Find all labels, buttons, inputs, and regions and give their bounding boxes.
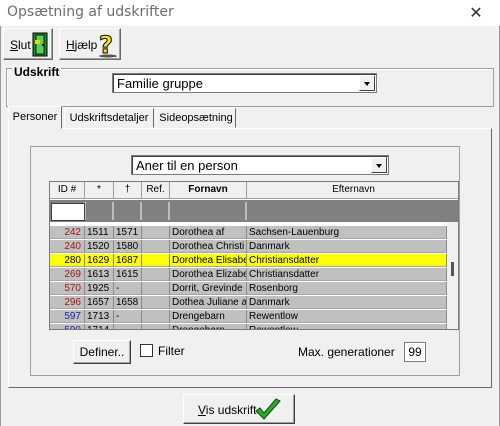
cell-id: 296 <box>50 296 85 309</box>
cell-first: Dorothea Elisabe <box>172 254 247 267</box>
filter-label: Filter <box>158 344 185 358</box>
cell-died: 1658 <box>114 296 142 309</box>
report-type-select[interactable]: Aner til en person <box>131 155 389 175</box>
close-button[interactable]: Slut <box>3 28 53 60</box>
cell-last: Danmark <box>247 296 447 309</box>
cell-last: Rewentlow <box>247 324 447 329</box>
max-generations-input[interactable]: 99 <box>404 342 426 362</box>
print-button[interactable]: Vis udskrift <box>183 394 295 424</box>
grid-header: ID # * † Ref. Fornavn Efternavn <box>50 182 458 199</box>
table-row[interactable]: 242 1511 1571 Dorothea af Sachsen-Lauenburg <box>50 226 447 239</box>
cell-ref <box>142 282 170 295</box>
table-row[interactable]: 296 1657 1658 Dothea Juliane a Danmark <box>50 296 447 309</box>
cell-last: Christiansdatter <box>247 268 447 281</box>
chevron-down-icon[interactable] <box>359 75 375 91</box>
col-born-header[interactable]: * <box>85 182 114 199</box>
cell-last: Christiansdatter <box>247 254 447 267</box>
svg-text:?: ? <box>99 31 113 58</box>
col-lastname-header[interactable]: Efternavn <box>247 182 458 199</box>
cell-died: - <box>114 310 142 323</box>
cell-born: 1629 <box>85 254 114 267</box>
close-window-button[interactable]: ✕ <box>452 0 500 26</box>
person-grid[interactable]: ID # * † Ref. Fornavn Efternavn 242 1511 1… <box>49 181 459 330</box>
id-search-input[interactable] <box>51 203 85 221</box>
cell-died: 1687 <box>114 254 142 267</box>
col-firstname-header[interactable]: Fornavn <box>170 182 247 199</box>
cell-ref <box>142 310 170 323</box>
cell-id: 240 <box>50 240 85 253</box>
filter-checkbox[interactable] <box>140 344 153 357</box>
cell-ref <box>142 254 170 267</box>
question-mark-icon: ? <box>99 31 117 58</box>
cell-first: Drengebarn <box>170 310 247 323</box>
table-row[interactable]: 597 1713- Drengebarn Rewentlow <box>50 310 447 323</box>
cell-born: 1613 <box>85 268 114 281</box>
cell-first: Dorrit, Grevinde <box>170 282 247 295</box>
cell-ref <box>142 324 170 329</box>
help-button[interactable]: Hjælp ? <box>59 28 121 60</box>
cell-born: 1713 <box>85 310 114 323</box>
cell-born: 1511 <box>85 226 114 239</box>
table-row[interactable]: 269 1613 1615 Dorothea Elizabe Christiansdat… <box>50 268 447 281</box>
cell-first: Dorothea af <box>170 226 247 239</box>
report-type-value: Aner til en person <box>136 158 238 173</box>
cell-id: 280 <box>50 254 85 267</box>
cell-first: Dorothea Elizabe <box>172 268 247 281</box>
help-button-label: Hjælp <box>66 38 98 52</box>
cell-last: Rewentlow <box>247 310 447 323</box>
cell-ref <box>142 226 170 239</box>
report-select[interactable]: Familie gruppe <box>112 73 377 93</box>
cell-id: 597 <box>50 310 85 323</box>
col-died-header[interactable]: † <box>114 182 142 199</box>
cell-id: 242 <box>50 226 85 239</box>
udskrift-legend: Udskrift <box>12 65 62 79</box>
tab-sideopsaetning[interactable]: Sideopsætning <box>156 108 236 128</box>
definer-button[interactable]: Definer.. <box>73 340 131 364</box>
checkmark-icon <box>255 398 281 420</box>
close-button-label: Slut <box>10 38 31 52</box>
cell-born: 1657 <box>85 296 114 309</box>
cell-ref <box>142 296 170 309</box>
table-row[interactable]: 5901714- DrengebarnRewentlow <box>50 324 447 329</box>
tab-personer[interactable]: Personer <box>8 106 62 129</box>
cell-died: 1571 <box>114 226 142 239</box>
report-select-value: Familie gruppe <box>117 76 203 91</box>
grid-filter-row <box>50 200 458 222</box>
grid-scrollbar[interactable] <box>447 222 458 329</box>
cell-last: Danmark <box>247 240 447 253</box>
title-bar: Opsætning af udskrifter ✕ <box>0 0 500 26</box>
cell-first: Dothea Juliane a <box>172 296 247 309</box>
cell-ref <box>142 268 170 281</box>
col-ref-header[interactable]: Ref. <box>142 182 170 199</box>
cell-died: 1615 <box>114 268 142 281</box>
chevron-down-icon[interactable] <box>371 157 387 173</box>
window-title: Opsætning af udskrifter <box>7 4 174 20</box>
cell-id: 570 <box>50 282 85 295</box>
table-row[interactable]: 570 1925- Dorrit, Grevinde Rosenborg <box>50 282 447 295</box>
max-generations-label: Max. generationer <box>298 345 395 359</box>
cell-died: 1580 <box>114 240 142 253</box>
cell-died: - <box>114 282 142 295</box>
scroll-thumb[interactable] <box>451 262 454 276</box>
print-button-label: Vis udskrift <box>198 403 257 417</box>
cell-id: 269 <box>50 268 85 281</box>
cell-died: - <box>114 324 142 329</box>
cell-last: Sachsen-Lauenburg <box>247 226 447 239</box>
cell-born: 1714 <box>85 324 114 329</box>
table-row[interactable]: 240 1520 1580 Dorothea Christi Danmark <box>50 240 447 253</box>
cell-born: 1925 <box>85 282 114 295</box>
cell-first: Drengebarn <box>170 324 247 329</box>
table-row[interactable]: 280 1629 1687 Dorothea Elisabe Christiansdat… <box>50 254 447 267</box>
door-exit-icon <box>32 32 48 57</box>
cell-born: 1520 <box>85 240 114 253</box>
col-id-header[interactable]: ID # <box>50 182 85 199</box>
cell-last: Rosenborg <box>247 282 447 295</box>
cell-id: 590 <box>50 324 85 329</box>
cell-ref <box>142 240 170 253</box>
tab-udskriftsdetaljer[interactable]: Udskriftsdetaljer <box>64 108 154 128</box>
cell-first: Dorothea Christi <box>170 240 247 253</box>
